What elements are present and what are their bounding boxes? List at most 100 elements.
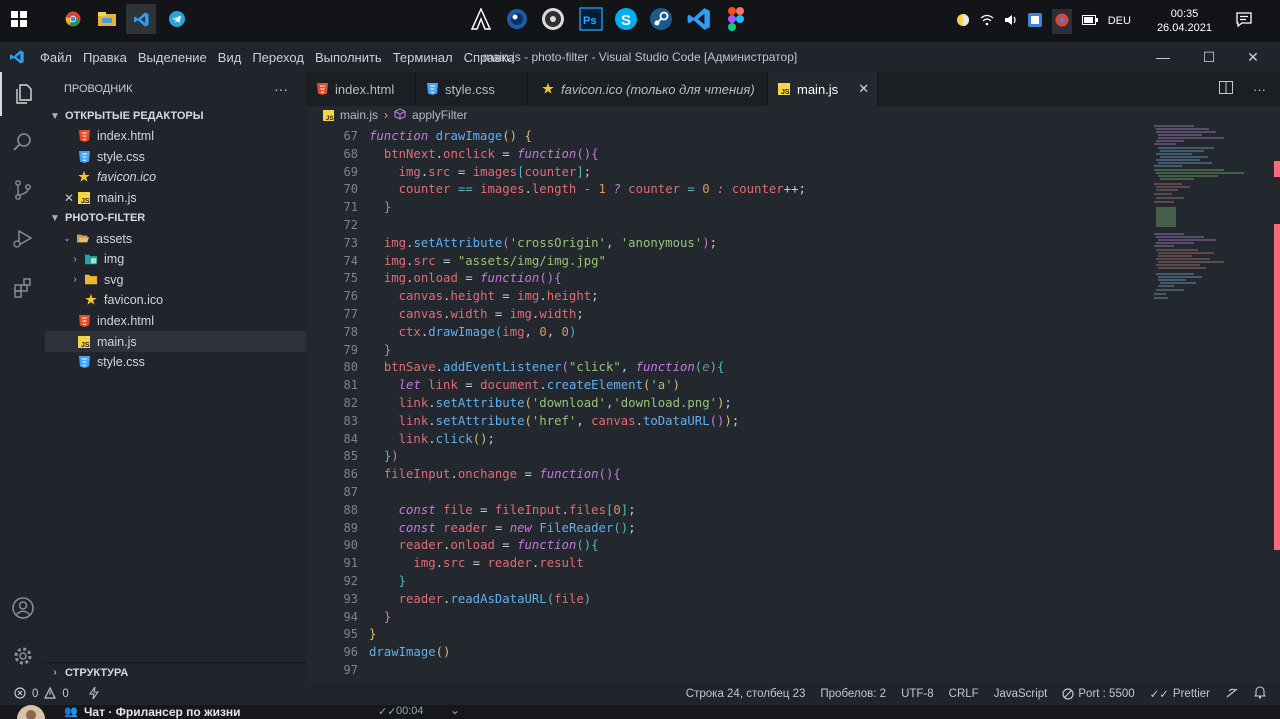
figma-icon[interactable]	[721, 4, 751, 34]
chevron-down-icon[interactable]: ⌄	[450, 705, 460, 717]
code-line: let link = document.createElement('a')	[398, 378, 681, 393]
breadcrumb-file[interactable]: main.js	[340, 108, 378, 122]
menu-run[interactable]: Выполнить	[315, 50, 382, 65]
problems-indicator[interactable]: 0 0	[0, 686, 99, 702]
tree-item-index-html[interactable]: index.html	[45, 311, 306, 332]
tree-item-favicon[interactable]: ★ favicon.ico	[45, 290, 306, 311]
line-endings[interactable]: CRLF	[949, 688, 979, 700]
source-control-icon[interactable]	[0, 168, 45, 212]
code-line: drawImage()	[369, 645, 451, 660]
split-editor-icon[interactable]	[1219, 81, 1233, 97]
line-number: 95	[343, 627, 358, 642]
menu-view[interactable]: Вид	[218, 50, 242, 65]
extensions-icon[interactable]	[0, 266, 45, 310]
close-icon[interactable]: ✕	[858, 81, 869, 97]
open-editor-label: index.html	[97, 129, 154, 144]
account-icon[interactable]	[0, 586, 45, 630]
run-debug-icon[interactable]	[0, 216, 45, 260]
input-language[interactable]: DEU	[1108, 15, 1131, 27]
line-number: 68	[343, 146, 358, 161]
code-line: btnNext.onclick = function(){	[383, 146, 599, 161]
tree-item-svg[interactable]: › svg	[45, 270, 306, 291]
chrome-icon[interactable]	[58, 4, 88, 34]
line-number: 90	[343, 538, 358, 553]
tree-item-style-css[interactable]: style.css	[45, 352, 306, 373]
tab-style-css[interactable]: style.css	[416, 72, 528, 106]
project-section[interactable]: ▼ PHOTO-FILTER	[45, 208, 306, 228]
notification-app-icon[interactable]	[1027, 12, 1042, 30]
search-icon[interactable]	[0, 120, 45, 164]
file-explorer-icon[interactable]	[92, 4, 122, 34]
menu-edit[interactable]: Правка	[83, 50, 127, 65]
language-mode[interactable]: JavaScript	[994, 688, 1048, 700]
telegram-icon[interactable]	[162, 4, 192, 34]
vscode-pinned-icon[interactable]	[684, 4, 714, 34]
system-clock[interactable]: 00:35 26.04.2021	[1157, 7, 1212, 35]
maximize-button[interactable]: ☐	[1186, 42, 1232, 72]
html-file-icon	[78, 130, 90, 143]
steam-icon[interactable]	[646, 4, 676, 34]
chrome-tray-icon[interactable]	[1051, 8, 1072, 34]
breadcrumb-symbol[interactable]: applyFilter	[412, 108, 467, 122]
outline-section[interactable]: › СТРУКТУРА	[45, 662, 306, 682]
tab-index-html[interactable]: index.html	[306, 72, 416, 106]
explorer-icon[interactable]	[0, 72, 45, 116]
skype-icon[interactable]: S	[611, 4, 641, 34]
css-file-icon	[78, 356, 90, 369]
open-editor-item[interactable]: style.css	[45, 147, 306, 168]
open-editor-item[interactable]: index.html	[45, 126, 306, 147]
avatar[interactable]	[10, 705, 52, 719]
minimap[interactable]	[1154, 124, 1254, 324]
wifi-icon[interactable]	[980, 14, 994, 29]
action-center-icon[interactable]	[1236, 12, 1252, 30]
line-numbers: 67 68 69 70 71 72 73 74 75 76 77 78 79 80 81 82 83 84 85 86…	[306, 128, 358, 680]
chat-title[interactable]: Чат · Фрилансер по жизни	[84, 705, 241, 719]
photoshop-icon[interactable]: Ps	[576, 4, 606, 34]
tab-main-js[interactable]: JS main.js ✕	[768, 72, 878, 106]
js-file-icon: JS	[322, 109, 334, 121]
code-line: reader.readAsDataURL(file)	[398, 591, 592, 606]
open-editor-item[interactable]: ★ favicon.ico	[45, 167, 306, 188]
more-actions-icon[interactable]: ···	[1253, 82, 1266, 97]
feedback-icon[interactable]	[1225, 687, 1239, 702]
menu-help[interactable]: Справка	[464, 50, 515, 65]
cinema4d-icon[interactable]	[502, 4, 532, 34]
tree-item-main-js[interactable]: JS main.js	[45, 331, 306, 352]
explorer-title: ПРОВОДНИК	[64, 83, 133, 95]
volume-icon[interactable]	[1004, 14, 1018, 29]
tree-item-img[interactable]: › img	[45, 249, 306, 270]
open-editors-section[interactable]: ▼ ОТКРЫТЫЕ РЕДАКТОРЫ	[45, 106, 306, 126]
live-server[interactable]: Port : 5500	[1062, 688, 1135, 700]
windows-start-icon[interactable]	[4, 4, 34, 34]
minimize-button[interactable]: —	[1140, 42, 1186, 72]
notifications-bell-icon[interactable]	[1253, 686, 1267, 702]
assassins-creed-icon[interactable]	[466, 4, 496, 34]
menu-go[interactable]: Переход	[252, 50, 304, 65]
code-area[interactable]: function drawImage() { btnNext.onclick =…	[369, 128, 1159, 680]
open-editor-item[interactable]: ✕ JS main.js	[45, 188, 306, 209]
close-window-button[interactable]: ✕	[1230, 42, 1276, 72]
live-share-icon[interactable]	[88, 686, 99, 702]
settings-gear-icon[interactable]	[0, 634, 45, 678]
close-icon[interactable]: ✕	[64, 191, 78, 205]
cursor-position[interactable]: Строка 24, столбец 23	[686, 688, 806, 700]
menu-selection[interactable]: Выделение	[138, 50, 207, 65]
menu-terminal[interactable]: Терминал	[393, 50, 453, 65]
scrollbar-thumb[interactable]	[1274, 224, 1280, 550]
indentation[interactable]: Пробелов: 2	[820, 688, 886, 700]
battery-icon[interactable]	[1081, 14, 1098, 28]
line-number: 87	[343, 484, 358, 499]
file-encoding[interactable]: UTF-8	[901, 688, 934, 700]
prettier-status[interactable]: ✓✓ Prettier	[1150, 687, 1210, 701]
tab-favicon[interactable]: ★ favicon.ico (только для чтения)	[528, 72, 768, 106]
vscode-taskbar-icon[interactable]	[126, 4, 156, 34]
menu-file[interactable]: Файл	[40, 50, 72, 65]
line-number: 88	[343, 502, 358, 517]
night-light-icon[interactable]	[956, 13, 970, 30]
line-number: 83	[343, 413, 358, 428]
explorer-more-actions[interactable]: ···	[274, 81, 288, 97]
obs-icon[interactable]	[538, 4, 568, 34]
code-editor[interactable]: 67 68 69 70 71 72 73 74 75 76 77 78 79 80 81 82 83 84 85 86…	[306, 124, 1280, 683]
tree-item-assets[interactable]: ⌄ assets	[45, 228, 306, 249]
